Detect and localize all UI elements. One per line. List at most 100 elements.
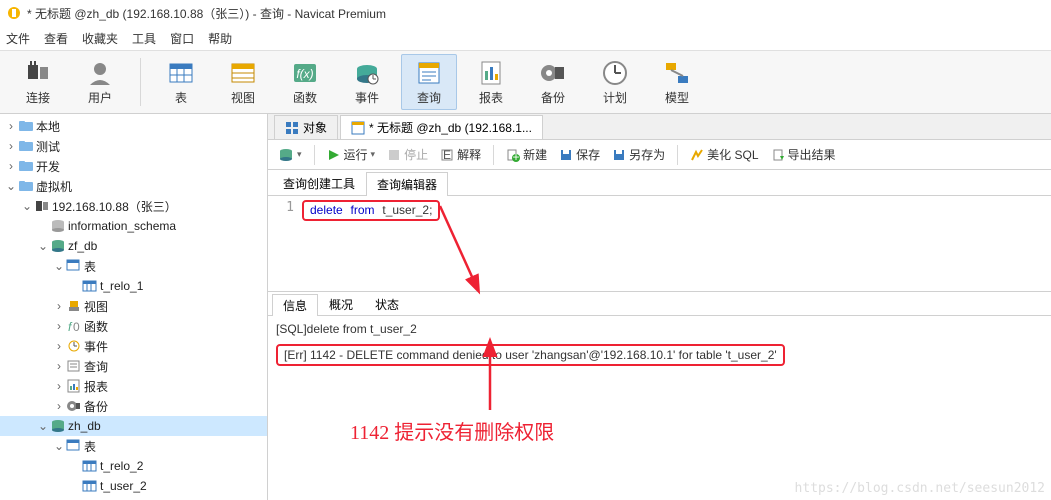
grid-icon [285,121,299,135]
tree-node[interactable]: ⌄zh_db [0,416,267,436]
chevron-down-icon[interactable]: ⌄ [52,259,66,273]
toolbar-schedule[interactable]: 计划 [587,54,643,110]
main-toolbar: 连接 用户 表 视图 f(x) 函数 事件 查询 报表 备份 计划 模型 [0,50,1051,114]
window-title: * 无标题 @zh_db (192.168.10.88（张三）) - 查询 - … [27,5,386,22]
tree-node[interactable]: ⌄zf_db [0,236,267,256]
tab-objects[interactable]: 对象 [274,115,338,139]
menu-favorites[interactable]: 收藏夹 [82,30,118,47]
svg-text:f(x): f(x) [296,67,313,81]
tree-node[interactable]: ›事件 [0,336,267,356]
tree-node[interactable]: ⌄虚拟机 [0,176,267,196]
chevron-right-icon[interactable]: › [4,159,18,173]
subtab-editor[interactable]: 查询编辑器 [366,172,448,196]
tree-node[interactable]: ›查询 [0,356,267,376]
tree-node[interactable]: ›备份 [0,396,267,416]
tree-node[interactable]: ›f0函数 [0,316,267,336]
chevron-right-icon[interactable]: › [52,339,66,353]
sql-statement-highlight: delete from t_user_2; [302,200,440,221]
toolbar-view[interactable]: 视图 [215,54,271,110]
tree-node[interactable]: t_user_2 [0,476,267,496]
menu-view[interactable]: 查看 [44,30,68,47]
toolbar-query[interactable]: 查询 [401,54,457,110]
chevron-down-icon[interactable]: ⌄ [36,239,50,253]
result-pane: [SQL]delete from t_user_2 [Err] 1142 - D… [268,316,1051,500]
db-on-icon [50,419,66,433]
fx-icon: f0 [66,319,82,333]
stop-button[interactable]: 停止 [383,144,432,165]
folder-icon [18,179,34,193]
db-selector[interactable]: ▾ [274,145,306,165]
toolbar-event[interactable]: 事件 [339,54,395,110]
result-tab-info[interactable]: 信息 [272,294,318,316]
result-tab-summary[interactable]: 概况 [318,293,364,315]
chevron-right-icon[interactable]: › [52,359,66,373]
menu-help[interactable]: 帮助 [208,30,232,47]
chevron-right-icon[interactable]: › [52,399,66,413]
saveas-button[interactable]: 另存为 [608,144,669,165]
tree-node[interactable]: ⌄表 [0,436,267,456]
tree-node[interactable]: › 本地 [0,116,267,136]
folder-icon [18,159,34,173]
svg-text:+: + [513,150,520,162]
db-on-icon [50,239,66,253]
editor-subtab-strip: 查询创建工具 查询编辑器 [268,170,1051,196]
chevron-right-icon[interactable]: › [52,379,66,393]
result-tab-status[interactable]: 状态 [364,293,410,315]
tree-node-label: 视图 [84,298,108,315]
toolbar-table[interactable]: 表 [153,54,209,110]
table-icon [82,459,98,473]
query-tab-icon [351,121,365,135]
chevron-right-icon[interactable]: › [4,139,18,153]
beautify-button[interactable]: 美化 SQL [686,144,762,165]
tables-icon [66,439,82,453]
tree-node[interactable]: › 视图 [0,296,267,316]
chevron-right-icon[interactable]: › [4,119,18,133]
folder-icon [18,139,34,153]
save-button[interactable]: 保存 [555,144,604,165]
tree-node-label: 开发 [36,158,60,175]
toolbar-backup[interactable]: 备份 [525,54,581,110]
menu-window[interactable]: 窗口 [170,30,194,47]
toolbar-model[interactable]: 模型 [649,54,705,110]
tree-node[interactable]: ›测试 [0,136,267,156]
explain-button[interactable]: E解释 [436,144,485,165]
tree-node[interactable]: ›视图 [0,496,267,500]
toolbar-function[interactable]: f(x) 函数 [277,54,333,110]
tree-node[interactable]: ›报表 [0,376,267,396]
tab-query-untitled[interactable]: * 无标题 @zh_db (192.168.1... [340,115,543,139]
result-tab-strip: 信息 概况 状态 [268,292,1051,316]
chevron-down-icon[interactable]: ⌄ [4,179,18,193]
connection-tree[interactable]: ›本地›测试›开发⌄虚拟机⌄192.168.10.88（张三）informati… [0,114,268,500]
new-button[interactable]: +新建 [502,144,551,165]
tree-node[interactable]: › 开发 [0,156,267,176]
table-icon [82,479,98,493]
chevron-down-icon[interactable]: ⌄ [20,199,34,213]
tree-node[interactable]: ⌄ 192.168.10.88（张三） [0,196,267,216]
table-icon [82,279,98,293]
export-button[interactable]: 导出结果 [767,144,840,165]
run-button[interactable]: 运行▾ [323,144,380,165]
menu-file[interactable]: 文件 [6,30,30,47]
chevron-down-icon[interactable]: ⌄ [36,419,50,433]
tree-node[interactable]: t_relo_1 [0,276,267,296]
chevron-down-icon[interactable]: ⌄ [52,439,66,453]
toolbar-report[interactable]: 报表 [463,54,519,110]
tree-node[interactable]: t_relo_2 [0,456,267,476]
menu-bar: 文件 查看 收藏夹 工具 窗口 帮助 [0,26,1051,50]
chevron-right-icon[interactable]: › [52,319,66,333]
tree-node-label: 函数 [84,318,108,335]
tree-node[interactable]: information_schema [0,216,267,236]
backup-icon [539,59,567,87]
subtab-builder[interactable]: 查询创建工具 [272,171,366,195]
sql-editor[interactable]: 1 delete from t_user_2; [268,196,1051,292]
menu-tools[interactable]: 工具 [132,30,156,47]
tree-node[interactable]: ⌄表 [0,256,267,276]
toolbar-connect[interactable]: 连接 [10,54,66,110]
toolbar-user[interactable]: 用户 [72,54,128,110]
tree-node-label: t_relo_2 [100,459,143,473]
chevron-right-icon[interactable]: › [52,299,66,313]
tree-node-label: 本地 [36,118,60,135]
tree-node-label: 192.168.10.88（张三） [52,198,177,215]
sql-echo: [SQL]delete from t_user_2 [276,322,1043,336]
plug-icon [24,59,52,87]
